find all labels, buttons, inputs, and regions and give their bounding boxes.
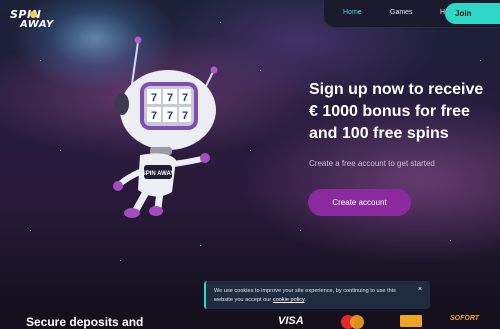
headline-line-1: Sign up now to receive <box>309 81 484 98</box>
create-account-button[interactable]: Create account <box>308 189 411 216</box>
logo-text-bottom: AWAY <box>20 19 54 30</box>
robot-reel-6: 7 <box>182 110 188 122</box>
cookie-message: We use cookies to improve your site expe… <box>214 287 410 305</box>
mastercard-logo <box>341 315 371 329</box>
headline-line-3: and 100 free spins <box>309 125 449 142</box>
robot-mascot-illustration: 7 7 7 7 7 7 SPIN AWAY <box>113 36 218 218</box>
robot-reel-4: 7 <box>151 110 157 122</box>
payment-provider-logo <box>400 315 422 327</box>
cookie-message-end: . <box>304 297 306 303</box>
mastercard-circle-orange <box>350 315 364 329</box>
logo-coin-icon <box>30 11 37 18</box>
cookie-banner: We use cookies to improve your site expe… <box>204 281 430 309</box>
sofort-logo: SOFORT <box>450 315 480 322</box>
join-button[interactable]: Join <box>445 3 500 24</box>
robot-reel-2: 7 <box>167 92 173 104</box>
robot-chest-label: SPIN AWAY <box>142 171 175 177</box>
secure-deposits-heading: Secure deposits and <box>26 315 144 329</box>
cookie-policy-link[interactable]: cookie policy <box>273 297 305 303</box>
spinaway-logo[interactable]: SPIN AWAY <box>8 8 62 36</box>
nav-games-link[interactable]: Games <box>390 9 413 16</box>
robot-reel-1: 7 <box>151 92 157 104</box>
visa-logo: VISA <box>278 315 304 327</box>
headline-line-2: € 1000 bonus for free <box>309 103 470 120</box>
hero-headline: Sign up now to receive € 1000 bonus for … <box>309 79 500 145</box>
robot-reel-5: 7 <box>167 110 173 122</box>
robot-reel-3: 7 <box>182 92 188 104</box>
nav-home-link[interactable]: Home <box>343 9 362 16</box>
hero-subtext: Create a free account to get started <box>309 159 435 168</box>
close-icon[interactable]: × <box>416 286 424 294</box>
